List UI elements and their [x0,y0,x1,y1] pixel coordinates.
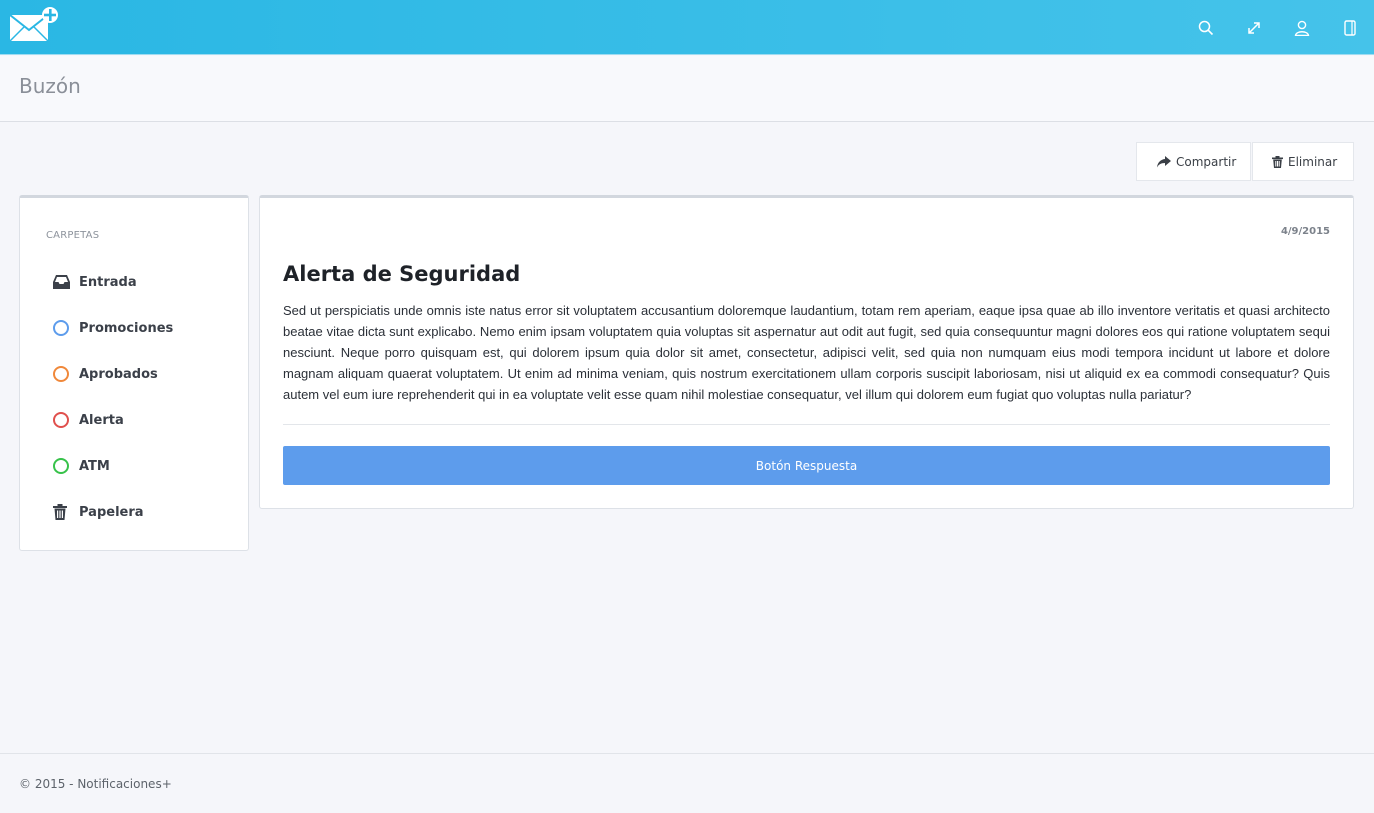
search-icon[interactable] [1182,0,1230,55]
ring-icon-blue [53,320,69,336]
page-title: Buzón [19,74,81,98]
ring-icon-red [53,412,69,428]
share-icon [1157,155,1171,168]
inbox-icon [45,273,79,291]
message-body: Sed ut perspiciatis unde omnis iste natu… [283,303,1330,402]
folder-item-papelera[interactable]: Papelera [45,489,235,535]
folder-label: Papelera [79,504,144,520]
ring-icon [45,365,79,383]
folders-panel: CARPETAS Entrada Promociones Aprobados A… [19,195,249,551]
ring-icon [45,457,79,475]
delete-button[interactable]: Eliminar [1252,142,1354,181]
folder-list: Entrada Promociones Aprobados Alerta ATM [45,259,235,535]
footer: © 2015 - Notificaciones+ [0,753,1374,813]
folder-item-promociones[interactable]: Promociones [45,305,235,351]
top-bar [0,0,1374,55]
folder-item-entrada[interactable]: Entrada [45,259,235,305]
folder-label: Aprobados [79,366,158,382]
expand-icon[interactable] [1230,0,1278,55]
trash-icon [1272,155,1283,168]
ring-icon [45,411,79,429]
tablet-icon[interactable] [1326,0,1374,55]
share-label: Compartir [1176,154,1237,169]
delete-label: Eliminar [1288,154,1338,169]
share-button[interactable]: Compartir [1136,142,1251,181]
ring-icon [45,319,79,337]
user-icon[interactable] [1278,0,1326,55]
folder-item-aprobados[interactable]: Aprobados [45,351,235,397]
page-title-bar: Buzón [0,56,1374,122]
message-date: 4/9/2015 [1280,226,1330,237]
message-divider [283,424,1330,425]
folder-item-atm[interactable]: ATM [45,443,235,489]
folder-label: ATM [79,458,110,474]
message-toolbar: Compartir Eliminar [1136,142,1354,181]
ring-icon-green [53,458,69,474]
trash-icon [45,503,79,521]
ring-icon-orange [53,366,69,382]
folder-label: Alerta [79,412,124,428]
folder-item-alerta[interactable]: Alerta [45,397,235,443]
message-panel: 4/9/2015 Alerta de Seguridad Sed ut pers… [259,195,1354,509]
footer-copyright: © 2015 - Notificaciones+ [19,777,172,791]
folder-label: Promociones [79,320,174,336]
reply-button[interactable]: Botón Respuesta [283,446,1330,485]
folder-label: Entrada [79,274,137,290]
mail-plus-icon[interactable] [8,6,62,46]
message-title: Alerta de Seguridad [283,262,521,286]
folders-heading: CARPETAS [46,230,100,241]
